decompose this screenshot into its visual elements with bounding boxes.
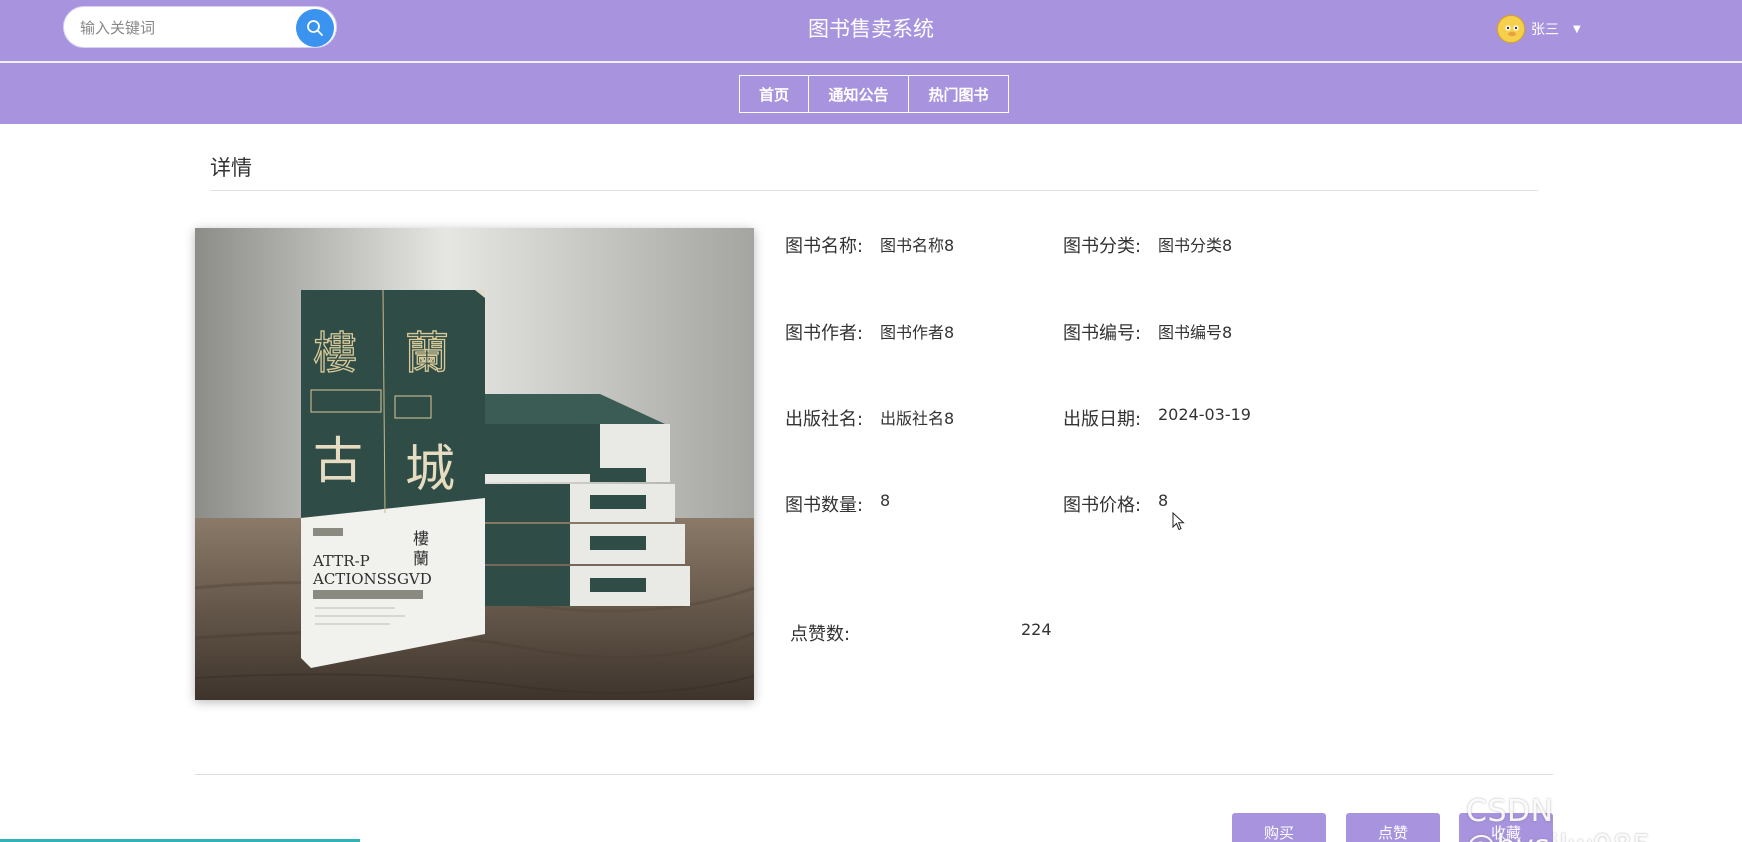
chevron-down-icon[interactable]: ▼ [1573,24,1581,35]
publish-date-value: 2024-03-19 [1158,405,1251,424]
category-label: 图书分类: [1063,236,1142,257]
quantity-label: 图书数量: [785,495,864,516]
book-number-value: 图书编号8 [1158,323,1233,342]
price-label: 图书价格: [1063,495,1142,516]
book-cover-image: 樓 蘭 古 城 ATTR-P ACTIONSSGVD 樓 蘭 [195,228,754,700]
svg-text:ACTIONSSGVD: ACTIONSSGVD [312,570,432,588]
site-title: 图书售卖系统 [808,17,934,41]
svg-text:蘭: 蘭 [413,549,429,568]
likes-label: 点赞数: [790,624,851,645]
nav-bar: 首页 通知公告 热门图书 [0,63,1742,124]
nav-item-notices[interactable]: 通知公告 [809,75,909,113]
user-menu[interactable]: 张三 ▼ [1497,14,1581,44]
like-button[interactable]: 点赞 [1346,813,1440,842]
book-name-label: 图书名称: [785,236,864,257]
publisher-label: 出版社名: [785,409,864,430]
svg-text:蘭: 蘭 [405,328,449,379]
quantity-value: 8 [880,491,891,510]
svg-text:ATTR-P: ATTR-P [312,552,370,570]
author-value: 图书作者8 [880,323,955,342]
main-nav: 首页 通知公告 热门图书 [739,75,1009,113]
avatar-icon [1497,15,1525,43]
price-value: 8 [1158,491,1169,510]
book-number-label: 图书编号: [1063,323,1142,344]
category-value: 图书分类8 [1158,236,1233,255]
svg-text:城: 城 [405,440,455,498]
nav-item-popular-books[interactable]: 热门图书 [909,75,1009,113]
top-header: 图书售卖系统 张三 ▼ [0,0,1742,63]
nav-item-home[interactable]: 首页 [739,75,809,113]
publisher-value: 出版社名8 [880,409,955,428]
svg-text:樓: 樓 [313,328,357,379]
title-divider [210,190,1538,191]
book-name-value: 图书名称8 [880,236,955,255]
svg-text:樓: 樓 [413,529,429,548]
username: 张三 [1531,22,1559,38]
publish-date-label: 出版日期: [1063,409,1142,430]
watermark: CSDN @bysjlw985 [1466,794,1651,842]
author-label: 图书作者: [785,323,864,344]
mouse-cursor-icon [1172,512,1185,531]
buy-button[interactable]: 购买 [1232,813,1326,842]
actions-divider [195,774,1553,775]
svg-text:古: 古 [313,432,363,490]
likes-count: 224 [1021,620,1052,639]
page-title: 详情 [210,156,252,180]
